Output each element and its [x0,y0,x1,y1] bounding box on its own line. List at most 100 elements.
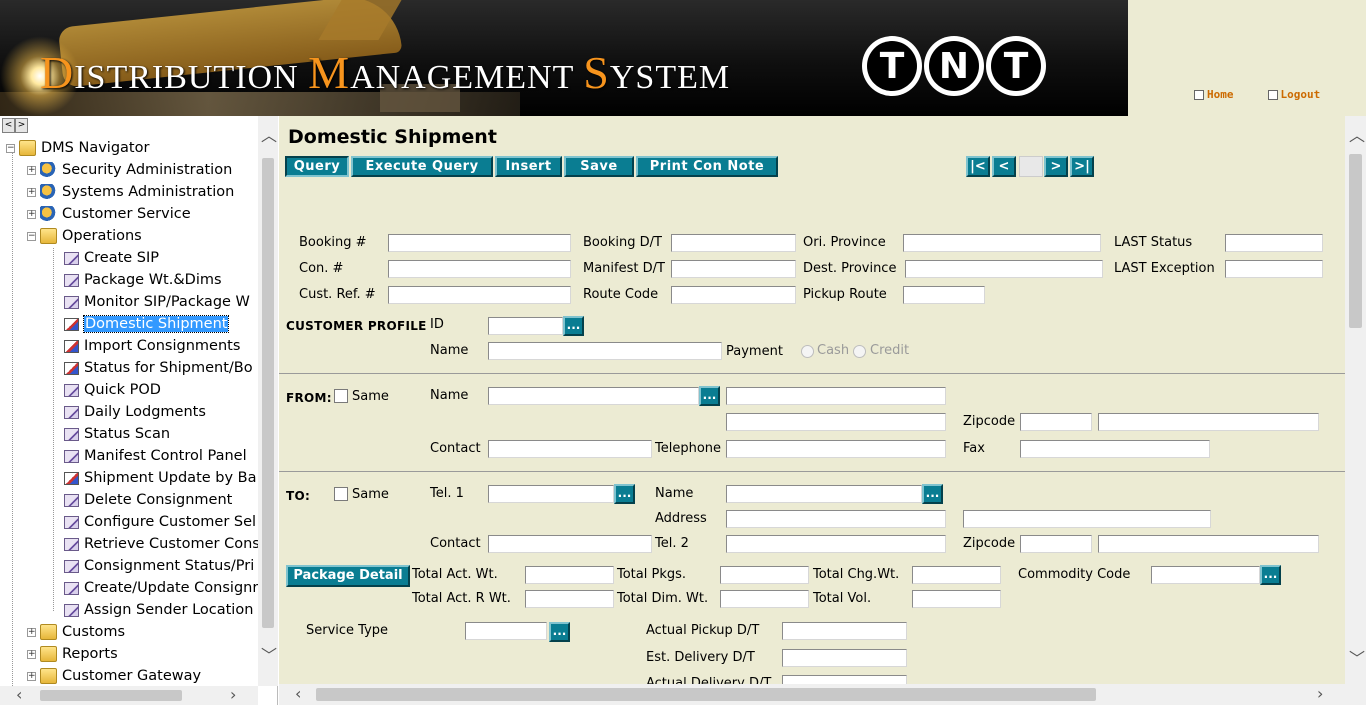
execute-query-button[interactable]: Execute Query [351,156,493,177]
manifest-dt-input[interactable] [671,260,796,278]
nav-item-consignment-status[interactable]: Consignment Status/Pri [64,555,254,577]
service-type-input[interactable] [465,622,547,640]
from-telephone-input[interactable] [726,440,946,458]
nav-item-create-update-consignment[interactable]: Create/Update Consignr [64,577,258,599]
main-vscroll-thumb[interactable] [1349,154,1362,328]
main-vertical-scrollbar[interactable]: ︿ ﹀ [1345,116,1366,684]
nav-item-status-for-shipment[interactable]: Status for Shipment/Bo [64,357,253,379]
from-zipcode-input[interactable] [1020,413,1092,431]
main-horizontal-scrollbar[interactable]: ‹ › [279,684,1345,705]
nav-hscroll-thumb[interactable] [40,690,182,701]
nav-item-status-scan[interactable]: Status Scan [64,423,170,445]
nav-vertical-scrollbar[interactable]: ︿ ﹀ [258,116,278,686]
to-contact-input[interactable] [488,535,652,553]
booking-no-input[interactable] [388,234,571,252]
nav-item-delete-consignment[interactable]: Delete Consignment [64,489,232,511]
from-name-input[interactable] [488,387,699,405]
to-name-lookup-button[interactable]: ... [922,484,943,504]
to-tel1-lookup-button[interactable]: ... [614,484,635,504]
nav-vscroll-thumb[interactable] [262,158,274,628]
from-address-input[interactable] [726,413,946,431]
actual-delivery-input[interactable] [782,675,907,684]
scroll-left-icon[interactable]: ‹ [295,686,301,702]
total-act-r-wt-input[interactable] [525,590,614,608]
main-hscroll-thumb[interactable] [316,688,1096,701]
pickup-route-input[interactable] [903,286,985,304]
nav-group-reports[interactable]: + Reports [27,643,118,665]
from-contact-input[interactable] [488,440,652,458]
insert-button[interactable]: Insert [495,156,562,177]
total-pkgs-input[interactable] [720,566,809,584]
scroll-right-icon[interactable]: › [1317,686,1323,702]
to-address-extra-input[interactable] [963,510,1211,528]
est-delivery-input[interactable] [782,649,907,667]
collapse-icon[interactable]: − [27,231,36,241]
actual-pickup-input[interactable] [782,622,907,640]
nav-group-security-administration[interactable]: + Security Administration [27,159,232,181]
logout-link[interactable]: Logout [1267,88,1320,101]
nav-item-import-consignments[interactable]: Import Consignments [64,335,240,357]
to-zipcode-area-input[interactable] [1098,535,1319,553]
nav-item-configure-customer[interactable]: Configure Customer Sel [64,511,256,533]
total-dim-wt-input[interactable] [720,590,809,608]
nav-item-shipment-update[interactable]: Shipment Update by Ba [64,467,257,489]
payment-cash-radio[interactable] [801,345,814,358]
expand-icon[interactable]: + [27,209,36,219]
booking-dt-input[interactable] [671,234,796,252]
service-type-lookup-button[interactable]: ... [549,622,570,642]
collapse-icon[interactable]: − [6,143,15,153]
nav-group-customer-gateway[interactable]: + Customer Gateway [27,665,201,687]
nav-scroll-right-button[interactable]: > [15,118,28,133]
scroll-right-icon[interactable]: › [230,687,236,703]
nav-item-create-sip[interactable]: Create SIP [64,247,159,269]
total-act-wt-input[interactable] [525,566,614,584]
nav-group-customer-service[interactable]: + Customer Service [27,203,191,225]
print-con-note-button[interactable]: Print Con Note [636,156,778,177]
nav-scroll-left-button[interactable]: < [2,118,15,133]
ori-province-input[interactable] [903,234,1101,252]
route-code-input[interactable] [671,286,796,304]
expand-icon[interactable]: + [27,649,36,659]
to-same-checkbox[interactable] [334,487,348,501]
first-record-button[interactable]: |< [966,156,990,177]
expand-icon[interactable]: + [27,627,36,637]
home-link[interactable]: Home [1194,88,1234,101]
query-button[interactable]: Query [285,156,349,177]
total-vol-input[interactable] [912,590,1001,608]
scroll-down-icon[interactable]: ﹀ [1349,651,1365,667]
nav-item-manifest-control-panel[interactable]: Manifest Control Panel [64,445,247,467]
commodity-code-input[interactable] [1151,566,1260,584]
customer-id-lookup-button[interactable]: ... [563,316,584,336]
nav-item-package-wt-dims[interactable]: Package Wt.&Dims [64,269,222,291]
next-record-button[interactable]: > [1044,156,1068,177]
last-exception-input[interactable] [1225,260,1323,278]
to-name-input[interactable] [726,485,922,503]
customer-name-input[interactable] [488,342,722,360]
nav-item-domestic-shipment[interactable]: Domestic Shipment [64,313,230,335]
cust-ref-input[interactable] [388,286,571,304]
prev-record-button[interactable]: < [992,156,1016,177]
commodity-code-lookup-button[interactable]: ... [1260,565,1281,585]
from-fax-input[interactable] [1020,440,1210,458]
nav-group-operations[interactable]: − Operations [27,225,142,247]
last-status-input[interactable] [1225,234,1323,252]
customer-id-input[interactable] [488,317,563,335]
last-record-button[interactable]: >| [1070,156,1094,177]
expand-icon[interactable]: + [27,671,36,681]
save-button[interactable]: Save [564,156,634,177]
expand-icon[interactable]: + [27,187,36,197]
from-name-extra-input[interactable] [726,387,946,405]
scroll-up-icon[interactable]: ︿ [1349,128,1365,144]
payment-credit-radio[interactable] [853,345,866,358]
nav-item-retrieve-customer[interactable]: Retrieve Customer Cons [64,533,258,555]
from-zipcode-area-input[interactable] [1098,413,1319,431]
expand-icon[interactable]: + [27,165,36,175]
total-chg-wt-input[interactable] [912,566,1001,584]
nav-item-monitor-sip[interactable]: Monitor SIP/Package W [64,291,250,313]
nav-item-quick-pod[interactable]: Quick POD [64,379,161,401]
dest-province-input[interactable] [905,260,1103,278]
scroll-up-icon[interactable]: ︿ [261,128,277,144]
nav-group-customs[interactable]: + Customs [27,621,125,643]
to-address-input[interactable] [726,510,946,528]
from-name-lookup-button[interactable]: ... [699,386,720,406]
